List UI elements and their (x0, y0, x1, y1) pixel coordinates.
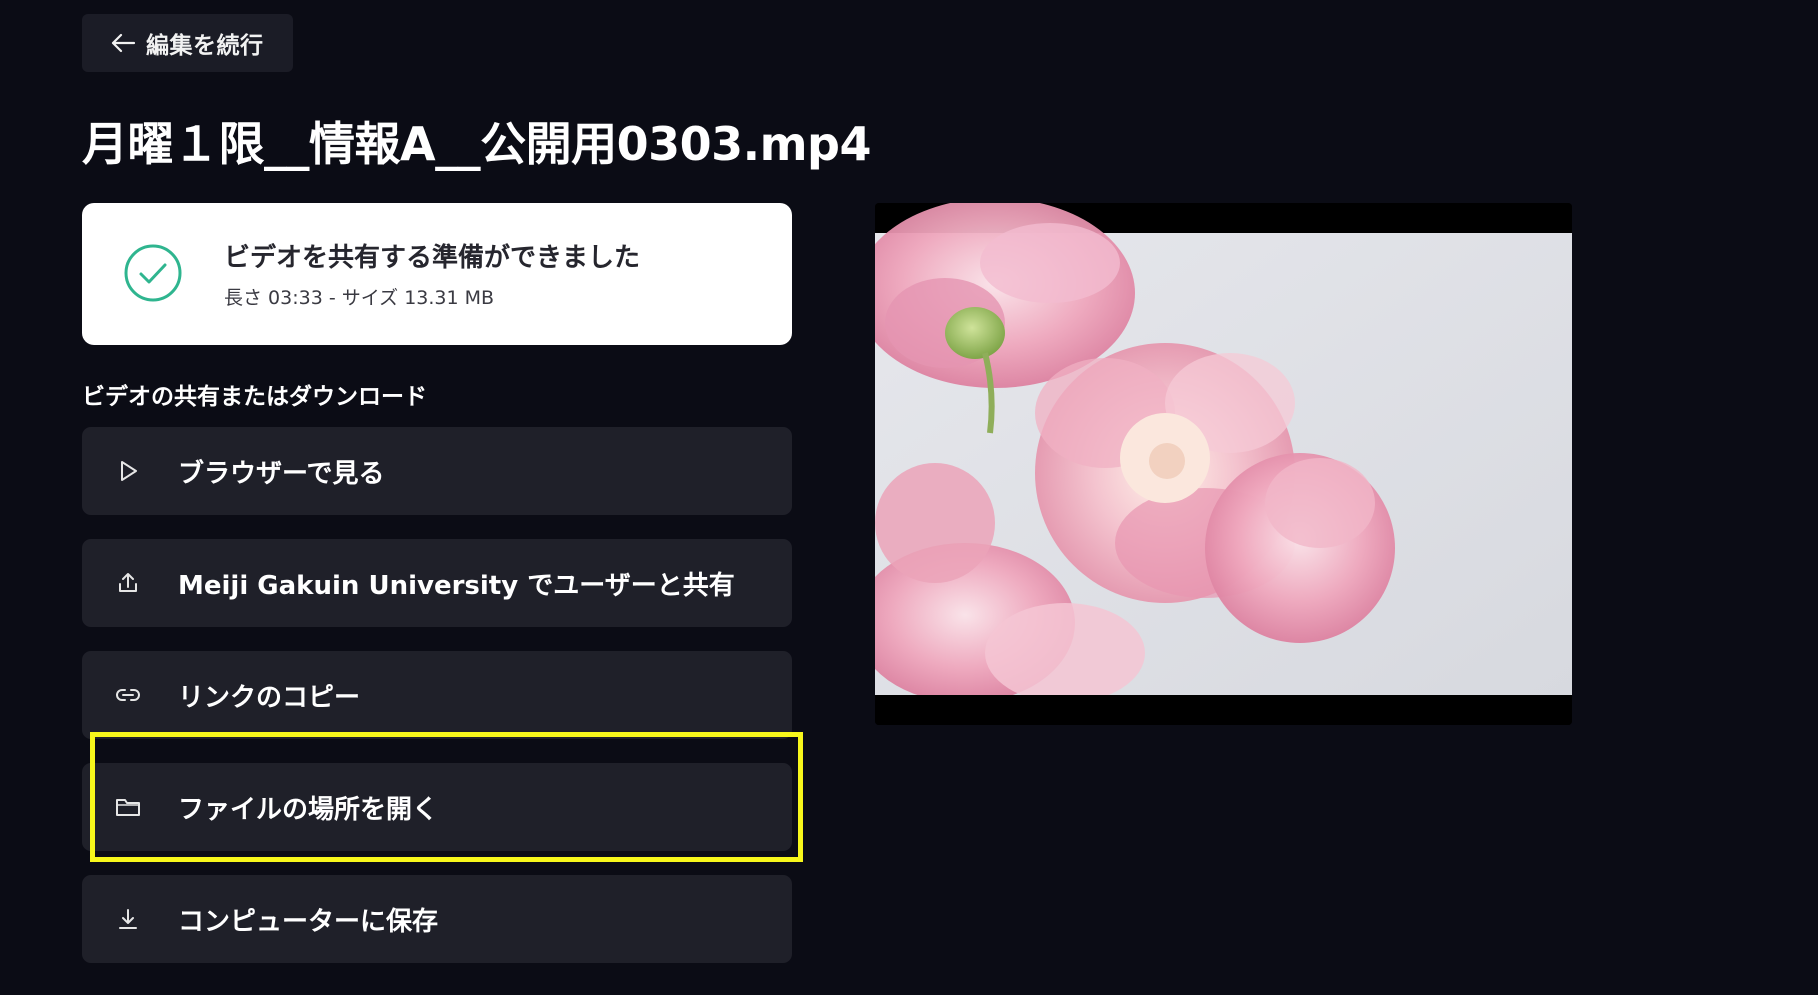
folder-icon (112, 791, 144, 823)
play-icon (112, 455, 144, 487)
continue-editing-button[interactable]: 編集を続行 (82, 14, 293, 72)
watch-in-browser-button[interactable]: ブラウザーで見る (82, 427, 792, 515)
arrow-left-icon (110, 32, 136, 54)
status-message: ビデオを共有する準備ができました (224, 243, 641, 273)
video-thumbnail (875, 203, 1572, 725)
watch-in-browser-label: ブラウザーで見る (178, 458, 385, 489)
continue-editing-label: 編集を続行 (146, 33, 264, 59)
save-to-computer-button[interactable]: コンピューターに保存 (82, 875, 792, 963)
share-section-heading: ビデオの共有またはダウンロード (82, 384, 427, 410)
share-with-users-label: Meiji Gakuin University でユーザーと共有 (178, 570, 735, 601)
copy-link-button[interactable]: リンクのコピー (82, 651, 792, 739)
link-icon (112, 679, 144, 711)
save-to-computer-label: コンピューターに保存 (178, 906, 439, 937)
download-icon (112, 903, 144, 935)
open-file-location-label: ファイルの場所を開く (178, 794, 439, 825)
page-title: 月曜１限__情報A__公開用0303.mp4 (82, 117, 871, 171)
copy-link-label: リンクのコピー (178, 682, 361, 713)
share-with-users-button[interactable]: Meiji Gakuin University でユーザーと共有 (82, 539, 792, 627)
check-circle-icon (122, 242, 184, 308)
open-file-location-button[interactable]: ファイルの場所を開く (82, 763, 792, 851)
status-meta: 長さ 03:33 - サイズ 13.31 MB (224, 287, 495, 309)
video-preview[interactable] (875, 203, 1572, 725)
status-card: ビデオを共有する準備ができました 長さ 03:33 - サイズ 13.31 MB (82, 203, 792, 345)
share-upload-icon (112, 567, 144, 599)
